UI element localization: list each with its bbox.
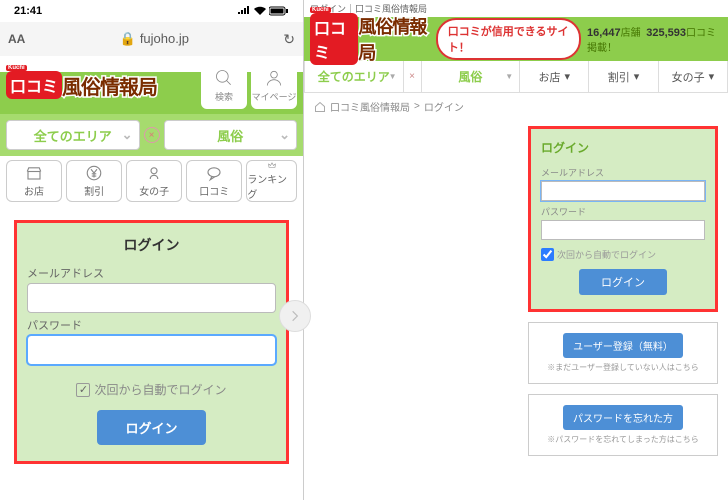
- yen-icon: [85, 164, 103, 182]
- chevron-down-icon: ⌄: [279, 127, 290, 143]
- tab-discount[interactable]: 割引: [66, 160, 122, 202]
- forgot-note: ※パスワードを忘れてしまった方はこちら: [539, 434, 707, 445]
- genre-dropdown[interactable]: 風俗⌄: [164, 120, 298, 150]
- desktop-nav: 全てのエリア▼ × 風俗▼ お店▾ 割引▾ 女の子▾: [304, 61, 728, 93]
- tab-ranking[interactable]: ランキング: [246, 160, 297, 202]
- home-icon: [314, 101, 326, 113]
- text-size-icon[interactable]: AA: [8, 32, 25, 46]
- area-dropdown[interactable]: 全てのエリア⌄: [6, 120, 140, 150]
- site-logo[interactable]: Kuchi口コミ 風俗情報局: [310, 13, 430, 65]
- battery-icon: [269, 6, 289, 16]
- email-label: メールアドレス: [27, 265, 276, 281]
- password-field[interactable]: [541, 220, 705, 240]
- tagline-pill: 口コミが信用できるサイト！: [436, 18, 581, 60]
- nav-discount[interactable]: 割引▾: [589, 61, 658, 92]
- login-title: ログイン: [541, 139, 705, 156]
- site-logo[interactable]: Kuchi口コミ 風俗情報局: [6, 71, 157, 100]
- auto-login-input[interactable]: [541, 248, 554, 261]
- email-field[interactable]: [27, 283, 276, 313]
- nav-area-dropdown[interactable]: 全てのエリア▼: [305, 61, 404, 92]
- forgot-password-button[interactable]: パスワードを忘れた方: [563, 405, 683, 430]
- search-icon: [214, 68, 234, 88]
- nav-clear-button[interactable]: ×: [404, 61, 422, 92]
- mypage-button[interactable]: マイページ: [251, 61, 297, 109]
- nav-girls[interactable]: 女の子▾: [659, 61, 727, 92]
- mobile-status-bar: 21:41: [0, 0, 303, 22]
- mobile-url-bar: AA 🔒fujoho.jp ↻: [0, 22, 303, 56]
- tab-shop[interactable]: お店: [6, 160, 62, 202]
- mobile-header: Kuchi口コミ 風俗情報局 検索 マイページ: [0, 56, 303, 114]
- password-label: パスワード: [27, 317, 276, 333]
- reload-icon[interactable]: ↻: [283, 31, 295, 48]
- shop-icon: [25, 164, 43, 182]
- chevron-down-icon: ⌄: [122, 127, 133, 143]
- breadcrumb-current: ログイン: [424, 99, 464, 114]
- caret-down-icon: ▼: [505, 72, 513, 81]
- login-button[interactable]: ログイン: [97, 410, 205, 445]
- tab-girls[interactable]: 女の子: [126, 160, 182, 202]
- breadcrumb-sep: >: [414, 101, 420, 112]
- register-box: ユーザー登録（無料） ※まだユーザー登録していない人はこちら: [528, 322, 718, 384]
- nav-genre-dropdown[interactable]: 風俗▼: [422, 61, 521, 92]
- user-icon: [264, 68, 284, 88]
- search-button[interactable]: 検索: [201, 61, 247, 109]
- breadcrumb: 口コミ風俗情報局 > ログイン: [304, 93, 728, 120]
- chevron-right-icon: [288, 309, 302, 323]
- caret-down-icon: ▾: [565, 70, 571, 83]
- login-button[interactable]: ログイン: [579, 269, 667, 295]
- caret-down-icon: ▾: [709, 70, 715, 83]
- tab-review[interactable]: 口コミ: [186, 160, 242, 202]
- register-button[interactable]: ユーザー登録（無料）: [563, 333, 683, 358]
- desktop-header: Kuchi口コミ 風俗情報局 口コミが信用できるサイト！ 16,447店舗 32…: [304, 17, 728, 61]
- wifi-icon: [253, 6, 267, 16]
- login-title: ログイン: [27, 235, 276, 255]
- auto-login-checkbox[interactable]: 次回から自動でログイン: [541, 248, 705, 261]
- girl-icon: [145, 164, 163, 182]
- crown-icon: [263, 161, 281, 170]
- status-time: 21:41: [14, 5, 42, 17]
- status-indicators: [237, 6, 289, 16]
- clear-filter-button[interactable]: ×: [144, 127, 160, 143]
- mobile-category-tabs: お店 割引 女の子 口コミ ランキング: [0, 156, 303, 206]
- desktop-login-panel: ログイン メールアドレス パスワード 次回から自動でログイン ログイン: [528, 126, 718, 312]
- email-field[interactable]: [541, 181, 705, 201]
- email-label: メールアドレス: [541, 166, 705, 179]
- register-note: ※まだユーザー登録していない人はこちら: [539, 362, 707, 373]
- caret-down-icon: ▼: [389, 72, 397, 81]
- next-page-floating-button[interactable]: [279, 300, 311, 332]
- breadcrumb-home[interactable]: 口コミ風俗情報局: [330, 99, 410, 114]
- nav-shop[interactable]: お店▾: [520, 61, 589, 92]
- caret-down-icon: ▾: [634, 70, 640, 83]
- auto-login-row[interactable]: ✓ 次回から自動でログイン: [27, 381, 276, 398]
- mobile-filter-row: 全てのエリア⌄ × 風俗⌄: [0, 114, 303, 156]
- mobile-login-panel: ログイン メールアドレス パスワード ✓ 次回から自動でログイン ログイン: [14, 220, 289, 464]
- site-stats: 16,447店舗 325,593口コミ掲載！: [587, 24, 722, 54]
- signal-icon: [237, 6, 251, 16]
- speech-icon: [205, 164, 223, 182]
- forgot-box: パスワードを忘れた方 ※パスワードを忘れてしまった方はこちら: [528, 394, 718, 456]
- checkbox-icon[interactable]: ✓: [76, 383, 90, 397]
- password-label: パスワード: [541, 205, 705, 218]
- lock-icon: 🔒: [120, 31, 136, 46]
- url-domain: 🔒fujoho.jp: [25, 31, 283, 47]
- password-field[interactable]: [27, 335, 276, 365]
